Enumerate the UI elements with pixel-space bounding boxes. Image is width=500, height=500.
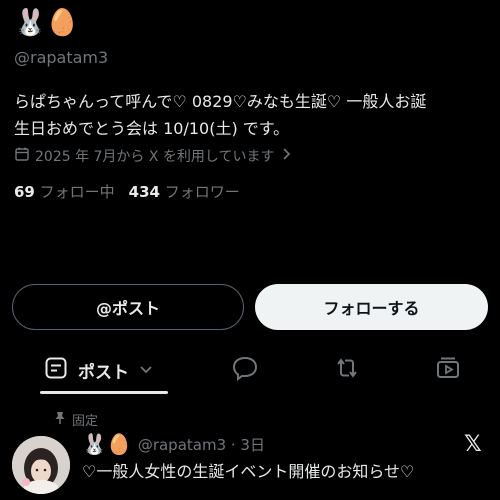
followers-count: 434 <box>128 183 160 201</box>
chevron-down-icon <box>139 360 153 380</box>
speech-bubble-icon <box>231 354 259 386</box>
tab-reposts[interactable] <box>331 354 363 386</box>
repost-icon <box>333 354 361 386</box>
follow-stats: 69 フォロー中 434 フォロワー <box>14 181 240 202</box>
avatar[interactable] <box>12 436 70 494</box>
tweet-author-name[interactable]: 🐰🥚 <box>82 432 132 456</box>
active-tab-indicator <box>40 391 168 394</box>
following-label: フォロー中 <box>39 183 115 201</box>
followers-link[interactable]: 434 フォロワー <box>129 181 240 202</box>
tweet-meta[interactable]: @rapatam3 · 3日 <box>138 434 265 455</box>
tab-replies[interactable] <box>229 354 261 386</box>
profile-handle: @rapatam3 <box>14 48 109 67</box>
pin-icon <box>54 411 66 429</box>
bio-line-2: 生日おめでとう会は 10/10(土) です。 <box>14 119 290 138</box>
tweet-text[interactable]: ♡一般人女性の生誕イベント開催のお知らせ♡ <box>82 458 414 482</box>
x-logo-icon: 𝕏 <box>464 432 482 457</box>
media-icon <box>434 354 462 386</box>
following-link[interactable]: 69 フォロー中 <box>14 181 115 202</box>
chevron-right-icon <box>280 147 292 165</box>
bio-line-1: らぱちゃんって呼んで♡ 0829♡みなも生誕♡ 一般人お誕 <box>14 92 427 111</box>
profile-tabs: ポスト <box>0 346 500 394</box>
tab-posts[interactable]: ポスト <box>44 346 153 394</box>
tab-posts-label: ポスト <box>78 362 129 383</box>
tweet-header: 🐰🥚 @rapatam3 · 3日 <box>82 432 265 456</box>
joined-text: 2025 年 7月から X を利用しています <box>35 149 275 165</box>
following-count: 69 <box>14 183 35 201</box>
calendar-icon <box>14 146 30 166</box>
profile-bio: らぱちゃんって呼んで♡ 0829♡みなも生誕♡ 一般人お誕 生日おめでとう会は … <box>14 88 490 142</box>
pinned-label: 固定 <box>72 414 99 429</box>
post-tab-icon <box>44 356 68 385</box>
mention-post-button[interactable]: @ポスト <box>12 284 244 330</box>
follow-button[interactable]: フォローする <box>255 284 488 330</box>
tab-media[interactable] <box>432 354 464 386</box>
followers-label: フォロワー <box>164 183 240 201</box>
pinned-indicator: 固定 <box>54 410 98 429</box>
display-name: 🐰🥚 <box>14 8 79 38</box>
joined-date[interactable]: 2025 年 7月から X を利用しています <box>14 146 292 166</box>
